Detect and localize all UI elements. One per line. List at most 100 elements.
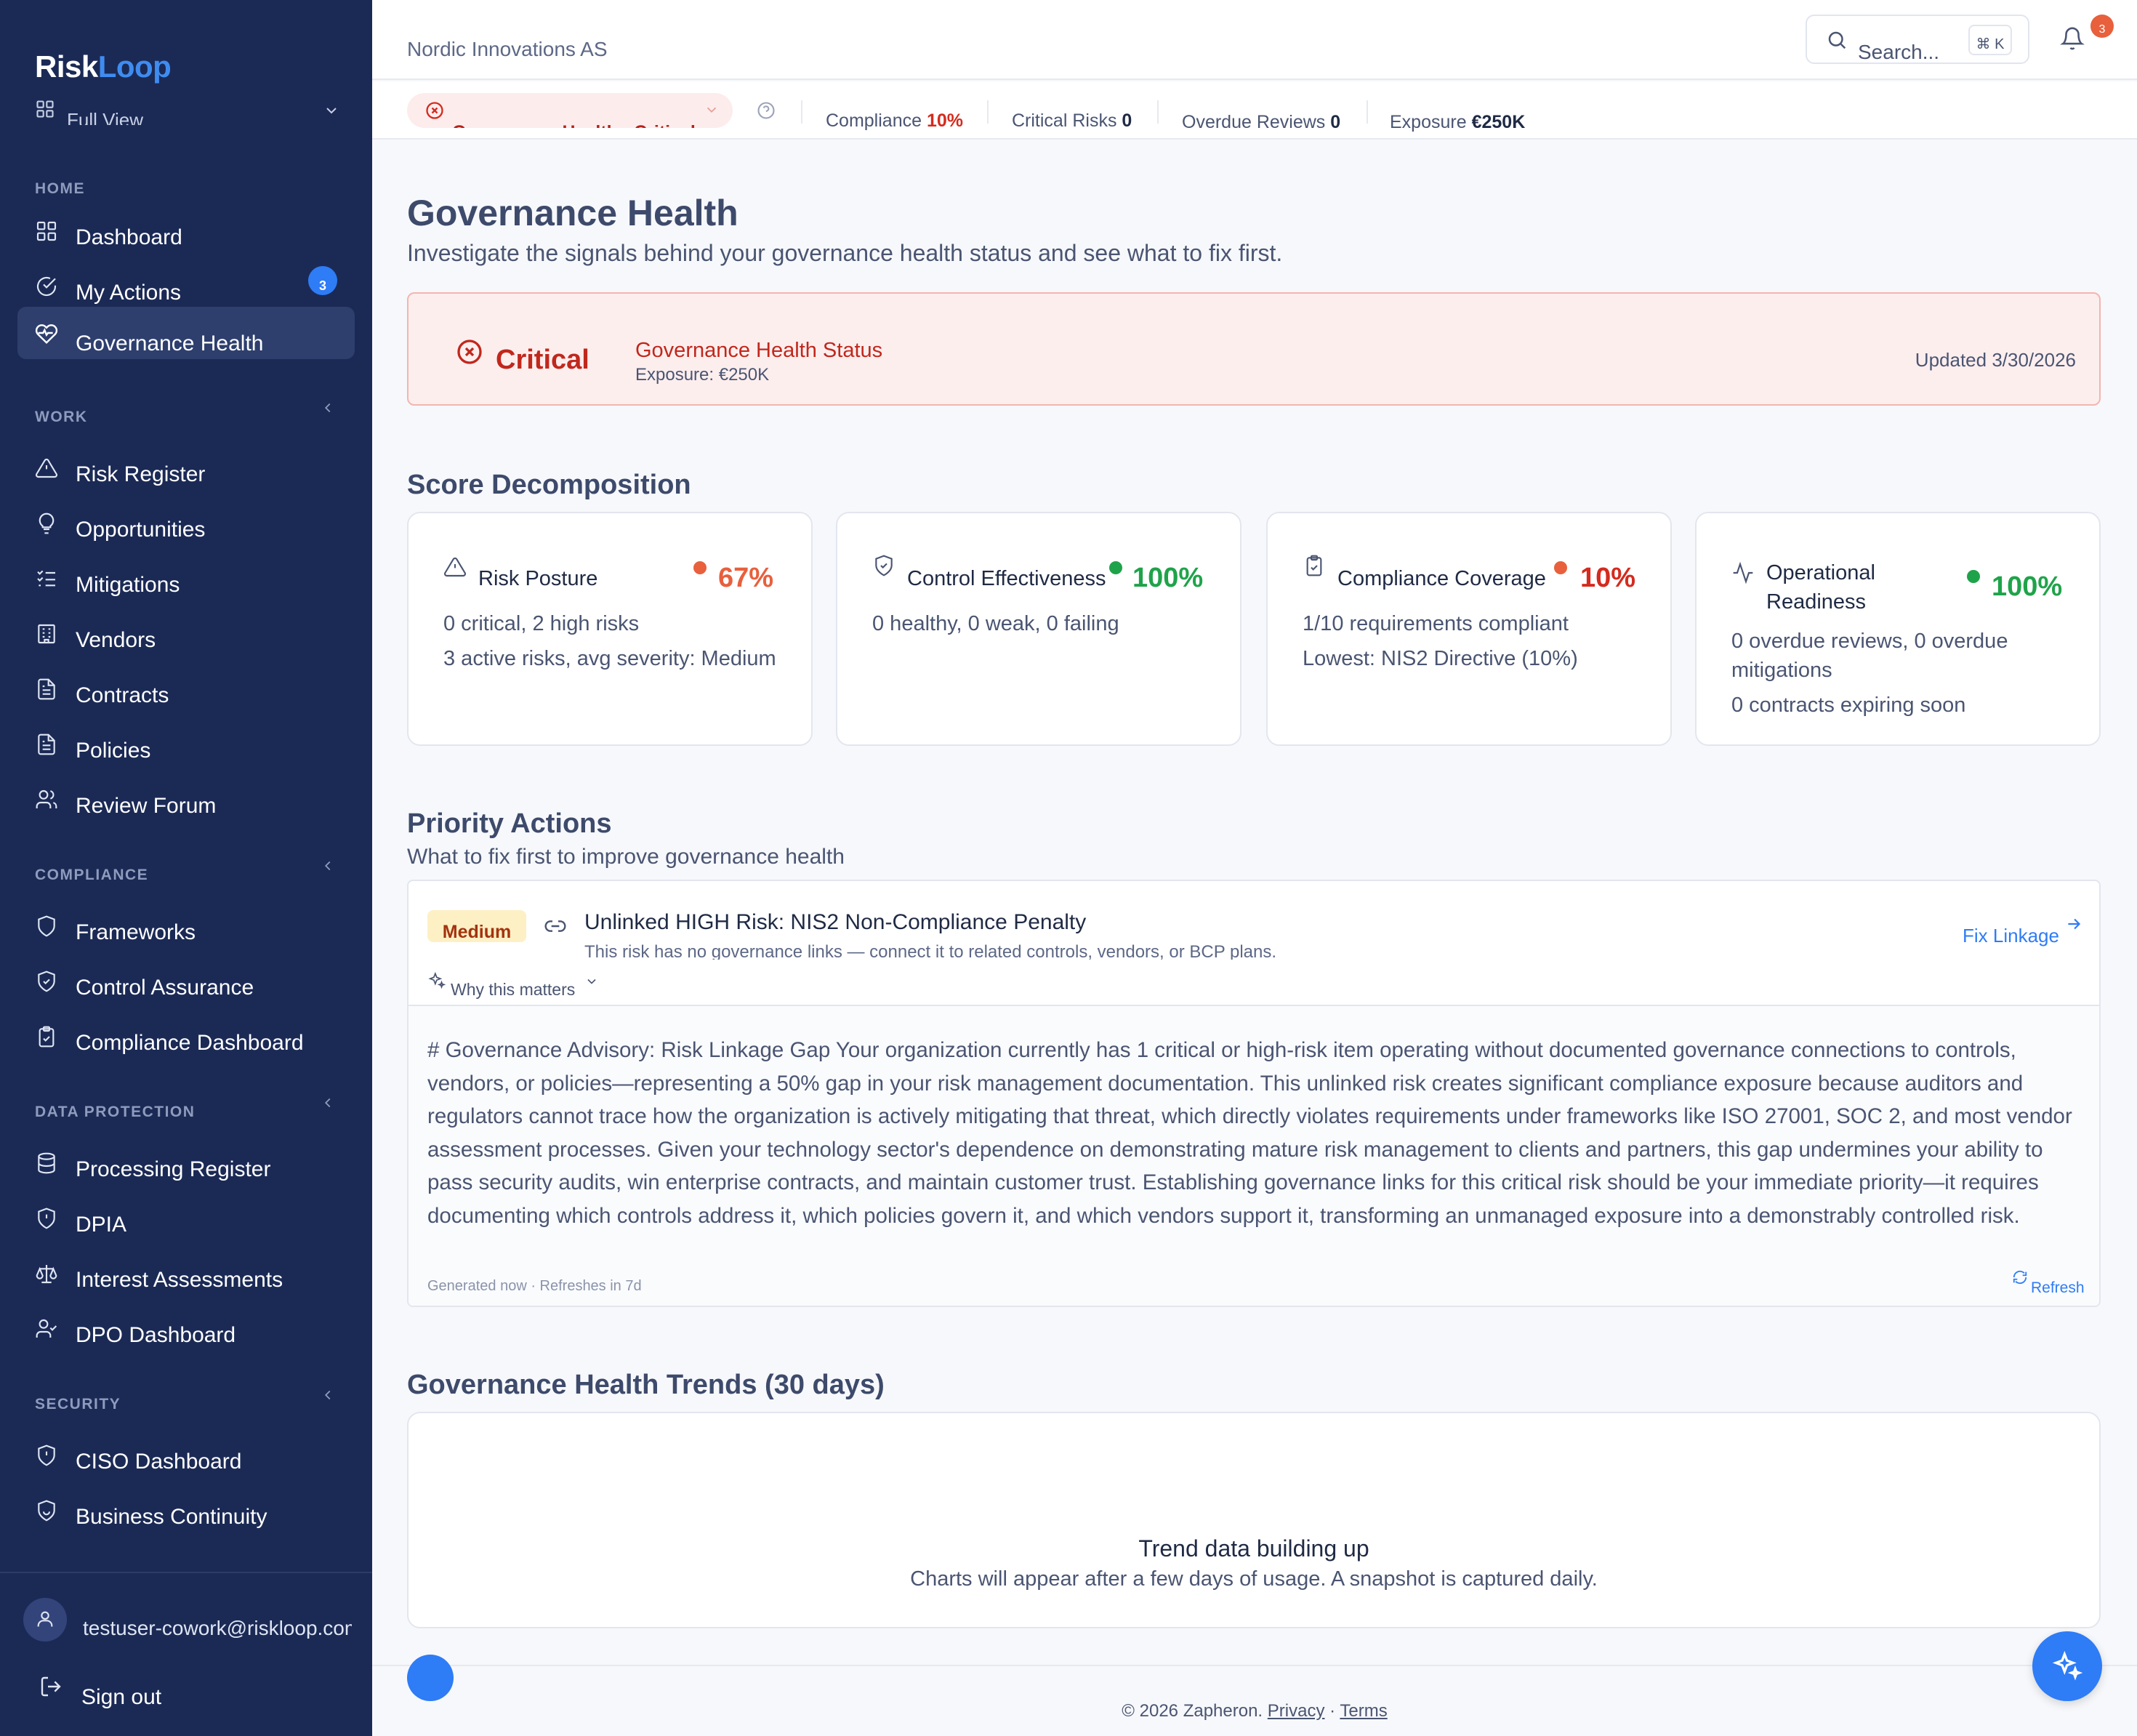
why-this-matters-toggle[interactable]: Why this matters	[451, 980, 575, 1000]
sidebar-item-label: DPO Dashboard	[76, 1323, 236, 1347]
chevron-left-icon[interactable]	[320, 1095, 336, 1111]
grid-icon	[35, 220, 58, 243]
sidebar-item-label: Policies	[76, 739, 151, 763]
sidebar-item-contracts[interactable]: Contracts	[17, 664, 355, 717]
search-placeholder: Search...	[1858, 41, 1940, 63]
refresh-icon[interactable]	[2012, 1269, 2028, 1285]
search-icon	[1826, 29, 1848, 51]
sidebar-item-dpia[interactable]: DPIA	[17, 1194, 355, 1246]
sidebar-item-processing-register[interactable]: Processing Register	[17, 1138, 355, 1191]
lightbulb-icon	[35, 512, 58, 535]
sidebar-item-review-forum[interactable]: Review Forum	[17, 775, 355, 827]
clipboard-check-icon	[35, 1025, 58, 1048]
sidebar: RiskLoop Full View HOME Dashboard My Act…	[0, 0, 372, 1736]
trends-empty-text: Charts will appear after a few days of u…	[910, 1567, 1598, 1591]
metric-critical-risks: Critical Risks 0	[1012, 110, 1132, 131]
section-header-data-protection: DATA PROTECTION	[35, 1104, 196, 1120]
chevron-left-icon[interactable]	[320, 858, 336, 874]
trends-empty-title: Trend data building up	[1138, 1535, 1369, 1562]
arrow-right-icon[interactable]	[2064, 915, 2083, 933]
governance-health-pill[interactable]: Governance Health: Critical	[407, 93, 733, 128]
list-check-icon	[35, 567, 58, 590]
x-circle-icon	[424, 100, 445, 121]
sidebar-item-compliance-dashboard[interactable]: Compliance Dashboard	[17, 1012, 355, 1064]
trends-card: Trend data building up Charts will appea…	[407, 1412, 2101, 1628]
privacy-link[interactable]: Privacy	[1268, 1701, 1325, 1721]
terms-link[interactable]: Terms	[1340, 1701, 1387, 1721]
sidebar-item-risk-register[interactable]: Risk Register	[17, 443, 355, 496]
avatar[interactable]	[23, 1598, 67, 1641]
severity-badge: Medium	[427, 910, 526, 942]
link-icon	[544, 915, 567, 938]
sidebar-item-interest-assessments[interactable]: Interest Assessments	[17, 1249, 355, 1301]
document-icon	[35, 678, 58, 701]
page-title: Governance Health	[407, 193, 739, 233]
divider	[987, 100, 989, 124]
score-percent: 10%	[1580, 563, 1636, 593]
refresh-button[interactable]: Refresh	[2031, 1279, 2085, 1297]
priority-action-card: Medium Unlinked HIGH Risk: NIS2 Non-Comp…	[407, 880, 2101, 1307]
chevron-down-icon	[323, 102, 340, 119]
user-icon	[35, 1608, 55, 1630]
sidebar-divider	[0, 1572, 372, 1573]
users-icon	[35, 788, 58, 811]
sidebar-item-control-assurance[interactable]: Control Assurance	[17, 957, 355, 1009]
section-header-compliance: COMPLIANCE	[35, 867, 149, 883]
priority-actions-subheading: What to fix first to improve governance …	[407, 845, 845, 869]
sidebar-item-label: Mitigations	[76, 573, 180, 597]
health-updated: Updated 3/30/2026	[1915, 349, 2076, 371]
sparkles-icon	[427, 971, 446, 990]
fix-linkage-button[interactable]: Fix Linkage	[1963, 925, 2059, 947]
sidebar-item-dpo-dashboard[interactable]: DPO Dashboard	[17, 1304, 355, 1357]
heart-pulse-icon	[35, 321, 58, 345]
divider	[801, 100, 802, 124]
chevron-left-icon[interactable]	[320, 400, 336, 416]
health-status-title: Governance Health Status	[635, 339, 883, 362]
metric-overdue-reviews: Overdue Reviews 0	[1182, 112, 1341, 132]
sidebar-item-ciso-dashboard[interactable]: CISO Dashboard	[17, 1431, 355, 1483]
log-out-icon	[39, 1675, 63, 1698]
divider	[1367, 100, 1368, 124]
chevron-down-icon[interactable]	[584, 974, 599, 989]
sidebar-item-policies[interactable]: Policies	[17, 720, 355, 772]
sidebar-item-vendors[interactable]: Vendors	[17, 609, 355, 662]
assistant-launcher[interactable]	[407, 1655, 454, 1701]
sidebar-item-label: Control Assurance	[76, 976, 254, 1000]
score-card-details: 0 overdue reviews, 0 overdue mitigations…	[1731, 630, 2008, 717]
health-status-card: Critical Governance Health Status Exposu…	[407, 292, 2101, 406]
clipboard-check-icon	[1303, 554, 1326, 577]
score-card-risk-posture: Risk Posture 67% 0 critical, 2 high risk…	[407, 512, 813, 746]
section-header-security: SECURITY	[35, 1396, 121, 1412]
search-input[interactable]: Search... ⌘ K	[1806, 15, 2029, 64]
bell-icon[interactable]	[2060, 26, 2085, 51]
footer: © 2026 Zapheron. Privacy · Terms	[372, 1701, 2137, 1721]
sidebar-item-governance-health[interactable]: Governance Health	[17, 307, 355, 359]
sidebar-item-opportunities[interactable]: Opportunities	[17, 499, 355, 551]
app-logo[interactable]: RiskLoop	[35, 49, 172, 84]
shield-check-icon	[872, 554, 896, 577]
database-icon	[35, 1152, 58, 1175]
sidebar-item-label: Governance Health	[76, 331, 264, 355]
view-selector[interactable]: Full View	[35, 96, 340, 125]
score-percent: 67%	[718, 563, 774, 593]
score-card-control-effectiveness: Control Effectiveness 100% 0 healthy, 0 …	[836, 512, 1241, 746]
chevron-left-icon[interactable]	[320, 1387, 336, 1403]
sidebar-item-label: Interest Assessments	[76, 1268, 283, 1292]
sidebar-item-business-continuity[interactable]: Business Continuity	[17, 1486, 355, 1538]
sidebar-item-mitigations[interactable]: Mitigations	[17, 554, 355, 606]
user-email: testuser-cowork@riskloop.com	[83, 1617, 352, 1639]
status-dot	[693, 561, 707, 574]
metric-exposure: Exposure €250K	[1390, 112, 1526, 132]
ai-assistant-button[interactable]	[2032, 1631, 2102, 1701]
shield-smile-icon	[35, 1499, 58, 1522]
score-card-compliance-coverage: Compliance Coverage 10% 1/10 requirement…	[1266, 512, 1672, 746]
score-card-title: Control Effectiveness	[907, 567, 1106, 590]
sidebar-item-dashboard[interactable]: Dashboard	[17, 206, 355, 259]
score-card-title: Compliance Coverage	[1337, 567, 1546, 590]
status-strip: Governance Health: Critical Compliance 1…	[372, 81, 2137, 140]
help-circle-icon[interactable]	[756, 100, 776, 121]
sidebar-item-frameworks[interactable]: Frameworks	[17, 901, 355, 954]
footer-copyright: © 2026 Zapheron.	[1122, 1701, 1263, 1721]
view-selector-label: Full View	[67, 109, 144, 125]
organization-name[interactable]: Nordic Innovations AS	[407, 38, 608, 58]
